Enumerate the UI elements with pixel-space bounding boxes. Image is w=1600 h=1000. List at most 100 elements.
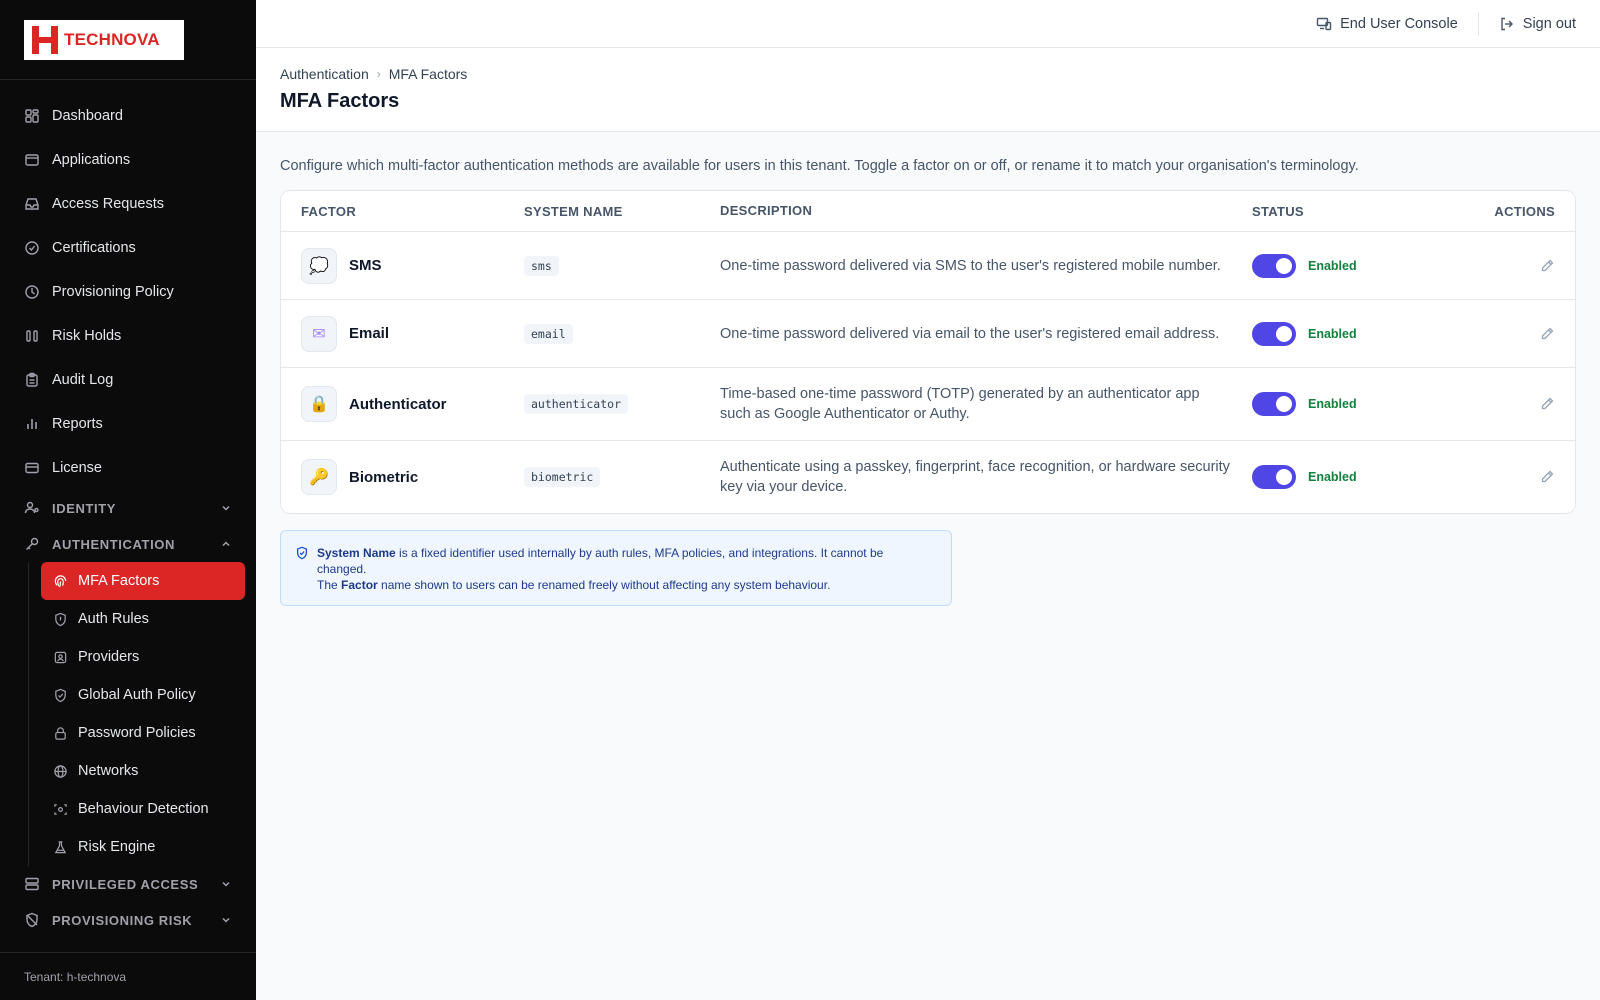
sidebar-item-access-requests[interactable]: Access Requests [0,182,256,226]
factor-name[interactable]: Email [349,325,389,342]
grid-icon [24,108,40,124]
table-row: 🔒 Authenticator authenticator Time-based… [281,368,1575,441]
sidebar-item-certifications[interactable]: Certifications [0,226,256,270]
enable-toggle[interactable] [1252,392,1296,416]
section-privileged-access[interactable]: PRIVILEGED ACCESS [0,866,256,902]
sidebar-item-label: Access Requests [52,196,165,212]
note-bold-system-name: System Name [317,546,396,560]
actions-cell [1482,258,1575,274]
description-cell: One-time password delivered via SMS to t… [720,257,1221,274]
system-name-info-note: System Name is a fixed identifier used i… [280,530,952,606]
sidebar-item-providers[interactable]: Providers [41,638,256,676]
main-content: Configure which multi-factor authenticat… [280,132,1576,606]
sidebar-item-mfa-factors[interactable]: MFA Factors [41,562,245,600]
sidebar-item-networks[interactable]: Networks [41,752,256,790]
inbox-icon [24,196,40,212]
sidebar-item-label: Dashboard [52,108,123,124]
enable-toggle[interactable] [1252,465,1296,489]
edit-pencil-icon[interactable] [1539,326,1555,342]
policy-icon [24,284,40,300]
lock-icon [53,726,68,741]
edit-pencil-icon[interactable] [1539,396,1555,412]
technova-logo[interactable]: TECHNOVA [24,20,184,60]
note-text-2a: The [317,578,342,592]
sub-item-label: MFA Factors [78,573,160,589]
enable-toggle[interactable] [1252,253,1296,278]
note-line-1: System Name is a fixed identifier used i… [317,545,935,577]
server-icon [24,876,40,892]
id-badge-icon [53,650,68,665]
system-name-code: biometric [524,467,601,487]
system-name-cell: email [524,323,720,344]
sub-item-label: Password Policies [78,725,196,741]
sub-item-label: Auth Rules [78,611,149,627]
sign-out-button[interactable]: Sign out [1479,12,1576,36]
chevron-down-icon [220,502,232,514]
sidebar-item-provisioning-policy[interactable]: Provisioning Policy [0,270,256,314]
section-identity[interactable]: IDENTITY [0,490,256,526]
window-icon [24,152,40,168]
factor-name[interactable]: Authenticator [349,396,447,413]
table-row: 💭 SMS sms One-time password delivered vi… [281,232,1575,300]
sidebar-item-password-policies[interactable]: Password Policies [41,714,256,752]
note-text-2b: name shown to users can be renamed freel… [377,578,831,592]
column-header-factor: FACTOR [301,203,357,219]
sub-item-label: Risk Engine [78,839,156,855]
logo-text: TECHNOVA [64,30,160,49]
status-badge: Enabled [1308,397,1357,411]
sidebar-item-reports[interactable]: Reports [0,402,256,446]
eye-scan-icon [53,802,68,817]
breadcrumb: Authentication › MFA Factors [280,66,1576,82]
page-title: MFA Factors [280,90,400,112]
sidebar-item-global-auth-policy[interactable]: Global Auth Policy [41,676,256,714]
sidebar-item-dashboard[interactable]: Dashboard [0,94,256,138]
section-label: IDENTITY [52,500,117,516]
sidebar-item-risk-holds[interactable]: Risk Holds [0,314,256,358]
section-label: PRIVILEGED ACCESS [52,876,199,892]
shield-icon [53,612,68,627]
end-user-console-label: End User Console [1340,15,1458,32]
sidebar-item-behaviour-detection[interactable]: Behaviour Detection [41,790,256,828]
chevron-right-icon: › [376,67,381,81]
column-header-actions: ACTIONS [1494,203,1555,219]
sidebar-item-auth-rules[interactable]: Auth Rules [41,600,256,638]
note-text-1: is a fixed identifier used internally by… [317,546,884,576]
beaker-icon [53,840,68,855]
section-label: AUTHENTICATION [52,536,175,552]
status-badge: Enabled [1308,258,1357,273]
sidebar-item-label: Certifications [52,240,136,256]
factor-cell: 🔑 Biometric [281,459,524,495]
end-user-console-button[interactable]: End User Console [1296,12,1478,36]
devices-icon [1316,16,1332,32]
actions-cell [1482,469,1575,485]
factor-name[interactable]: SMS [349,257,382,274]
breadcrumb-authentication[interactable]: Authentication [280,66,369,82]
enable-toggle[interactable] [1252,321,1296,346]
section-provisioning-risk[interactable]: PROVISIONING RISK [0,902,256,938]
padlock-icon: 🔒 [301,386,337,422]
topbar: End User Console Sign out [256,0,1600,48]
table-row: 🔑 Biometric biometric Authenticate using… [281,441,1575,513]
sub-item-label: Behaviour Detection [78,801,209,817]
shield-off-icon [24,912,40,928]
system-name-code: sms [524,255,559,276]
edit-pencil-icon[interactable] [1539,258,1555,274]
system-name-code: authenticator [524,394,629,414]
intro-text: Configure which multi-factor authenticat… [280,158,1359,174]
tenant-label: Tenant: h-technova [0,952,256,1000]
globe-icon [53,764,68,779]
sidebar-item-label: Applications [52,152,131,168]
column-header-system-name: SYSTEM NAME [524,203,623,219]
sidebar-item-license[interactable]: License [0,446,256,490]
system-name-cell: sms [524,255,720,276]
section-authentication[interactable]: AUTHENTICATION [0,526,256,562]
key-icon [24,536,40,552]
factor-name[interactable]: Biometric [349,469,418,486]
chevron-down-icon [220,914,232,926]
column-header-description: DESCRIPTION [720,203,813,218]
edit-pencil-icon[interactable] [1539,469,1555,485]
sidebar-item-applications[interactable]: Applications [0,138,256,182]
sidebar-item-risk-engine[interactable]: Risk Engine [41,828,256,866]
note-bold-factor: Factor [341,578,378,592]
sidebar-item-audit-log[interactable]: Audit Log [0,358,256,402]
